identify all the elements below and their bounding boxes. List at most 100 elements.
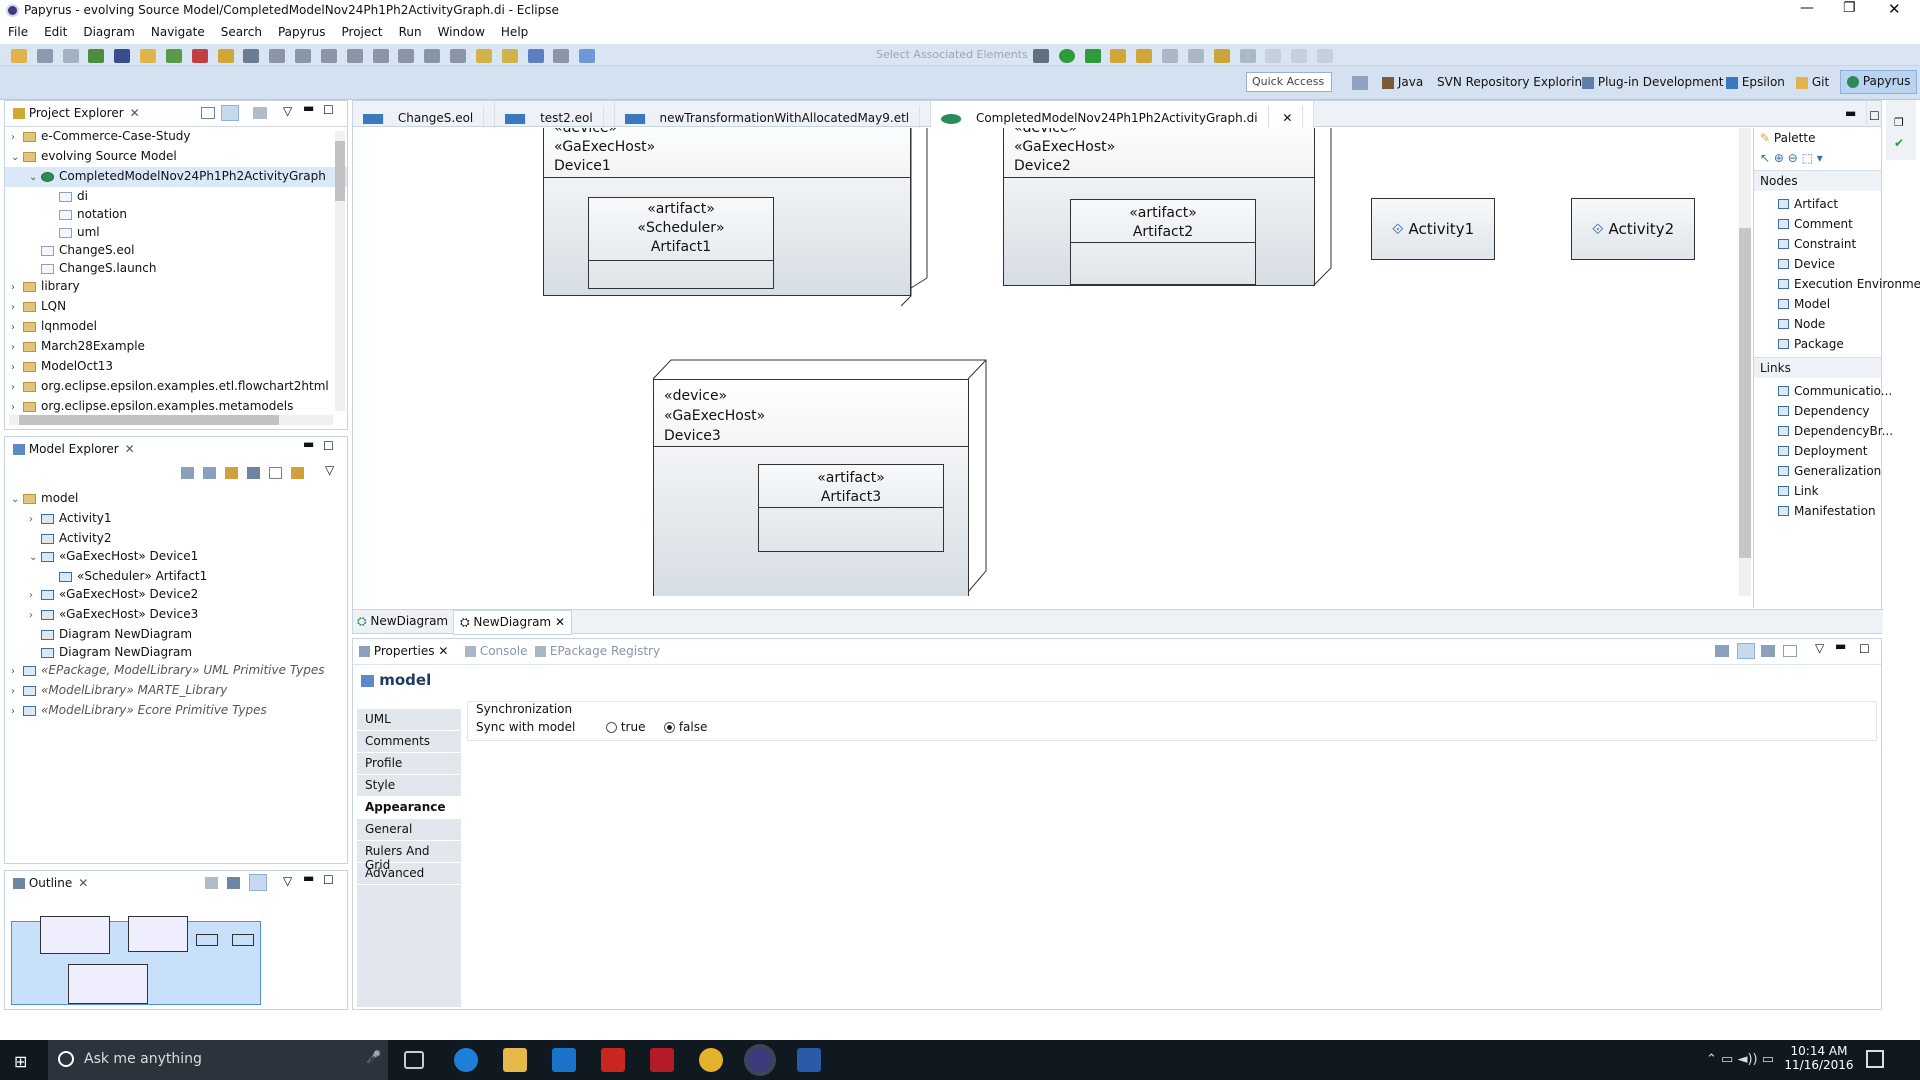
vertical-scrollbar[interactable] — [335, 131, 345, 411]
select-associated-elements[interactable]: Select Associated Elements — [876, 48, 1028, 61]
tree-item[interactable]: › org.eclipse.epsilon.examples.etl.flowch… — [5, 377, 347, 397]
view-menu-icon[interactable]: ▽ — [283, 874, 292, 888]
tree-item[interactable]: ⌄ model — [5, 489, 347, 509]
artifact2-node[interactable]: «artifact» Artifact2 — [1070, 199, 1256, 285]
palette-tool[interactable]: Generalization — [1774, 461, 1881, 481]
list-icon[interactable] — [181, 467, 194, 479]
check-icon[interactable]: ✔ — [1894, 136, 1904, 150]
expand-toggle-icon[interactable]: › — [11, 359, 23, 377]
tree-item[interactable]: › lqnmodel — [5, 317, 347, 337]
action-center-icon[interactable] — [1866, 1050, 1884, 1068]
maximize-view-icon[interactable]: ☐ — [323, 439, 334, 453]
view-menu-icon[interactable]: ▽ — [325, 463, 334, 477]
tree-item[interactable]: › «ModelLibrary» MARTE_Library — [5, 681, 347, 701]
tree-item[interactable]: › March28Example — [5, 337, 347, 357]
artifact1-node[interactable]: «artifact» «Scheduler» Artifact1 — [588, 197, 774, 289]
diagram-tab-1[interactable]: ⛭ NewDiagram — [357, 614, 448, 629]
menu-navigate[interactable]: Navigate — [143, 22, 213, 42]
system-tray-icons[interactable]: ⌃ ▭ ◄)) ▭ — [1706, 1052, 1774, 1067]
pin-icon[interactable] — [1715, 645, 1729, 657]
palette-tool[interactable]: Comment — [1774, 214, 1881, 234]
annotation-icon[interactable] — [1162, 48, 1179, 63]
device2-node[interactable]: «device» «GaExecHost» Device2 «artifact»… — [1003, 128, 1315, 286]
menu-papyrus[interactable]: Papyrus — [270, 22, 334, 42]
expand-toggle-icon[interactable]: ⌄ — [29, 549, 41, 567]
epackage-registry-tab[interactable]: EPackage Registry — [535, 644, 660, 658]
tree-icon[interactable] — [227, 877, 240, 889]
windows-start-icon[interactable]: ⊞ — [14, 1052, 27, 1071]
model-explorer-tab[interactable]: Model Explorer ✕ ▬ ☐ — [5, 437, 347, 463]
properties-side-tab[interactable]: Comments — [357, 731, 461, 753]
properties-side-tab[interactable]: Appearance — [357, 797, 461, 819]
advanced-icon[interactable] — [1761, 645, 1775, 657]
diagram-tab-2[interactable]: ⛭ NewDiagram ✕ — [453, 610, 573, 635]
outline-tab[interactable]: Outline ✕ ▽ ▬ ☐ — [5, 871, 347, 897]
expand-toggle-icon[interactable]: › — [11, 703, 23, 721]
open-type-icon[interactable] — [140, 48, 157, 63]
open-folder-icon[interactable] — [1110, 48, 1127, 63]
menu-file[interactable]: File — [0, 22, 36, 42]
forward-icon[interactable] — [1239, 48, 1256, 63]
expand-toggle-icon[interactable]: ⌄ — [11, 149, 23, 167]
collapse-all-icon[interactable] — [201, 107, 215, 119]
horizontal-scrollbar[interactable] — [9, 415, 333, 425]
edge-browser-icon[interactable] — [454, 1048, 478, 1072]
expand-toggle-icon[interactable]: › — [11, 319, 23, 337]
filter-icon[interactable] — [527, 48, 544, 63]
word-icon[interactable] — [797, 1048, 821, 1072]
link-editor-icon[interactable] — [221, 105, 239, 121]
pen-icon[interactable] — [579, 48, 596, 63]
minimize-view-icon[interactable]: ▬ — [1835, 639, 1846, 653]
palette-tool[interactable]: Manifestation — [1774, 501, 1881, 521]
size-icon[interactable] — [424, 48, 441, 63]
palette-tool[interactable]: DependencyBr... — [1774, 421, 1893, 441]
tree-item[interactable]: Diagram NewDiagram — [5, 625, 347, 643]
tree-item[interactable]: ⌄ evolving Source Model — [5, 147, 347, 167]
expand-toggle-icon[interactable]: › — [11, 299, 23, 317]
tree-item[interactable]: di — [5, 187, 347, 205]
menu-window[interactable]: Window — [430, 22, 493, 42]
tree-item[interactable]: › «ModelLibrary» Ecore Primitive Types — [5, 701, 347, 721]
perspective-epsilon[interactable]: Epsilon — [1726, 75, 1785, 89]
palette-nodes-section[interactable]: Nodes — [1754, 170, 1881, 191]
layout-icon[interactable] — [269, 48, 286, 63]
activity1-node[interactable]: ⟐ Activity1 — [1371, 198, 1495, 260]
expand-toggle-icon[interactable]: › — [29, 607, 41, 625]
open-perspective-icon[interactable] — [1352, 76, 1368, 90]
expand-toggle-icon[interactable]: › — [29, 587, 41, 605]
mendeley-icon[interactable] — [650, 1048, 674, 1072]
expand-toggle-icon[interactable]: › — [11, 683, 23, 701]
palette-tool[interactable]: Package — [1774, 334, 1881, 354]
palette-tool[interactable]: Dependency — [1774, 401, 1881, 421]
tree-item[interactable]: ChangeS.launch — [5, 259, 347, 277]
new-icon[interactable] — [11, 48, 27, 63]
refresh-icon[interactable] — [88, 48, 105, 63]
tree-item[interactable]: › «GaExecHost» Device3 — [5, 605, 347, 625]
perspective-papyrus[interactable]: Papyrus — [1840, 70, 1918, 94]
distribute-icon[interactable] — [346, 48, 363, 63]
maximize-view-icon[interactable]: ☐ — [323, 873, 334, 887]
debug-icon[interactable] — [114, 48, 131, 63]
save-all-icon[interactable] — [62, 48, 79, 63]
expand-toggle-icon[interactable]: › — [11, 279, 23, 297]
file-explorer-icon[interactable] — [503, 1048, 527, 1072]
tree-item[interactable]: › LQN — [5, 297, 347, 317]
clock[interactable]: 10:14 AM 11/16/2016 — [1784, 1044, 1854, 1072]
next-annotation-icon[interactable] — [1187, 48, 1204, 63]
hierarchy-icon[interactable] — [203, 467, 216, 479]
sync-false-radio[interactable]: false — [664, 720, 707, 734]
font-icon[interactable] — [475, 48, 492, 63]
overview-icon[interactable] — [249, 874, 267, 891]
properties-tab[interactable]: Properties ✕ — [359, 644, 448, 658]
menu-diagram[interactable]: Diagram — [75, 22, 143, 42]
close-icon[interactable]: ✕ — [130, 106, 140, 120]
chrome-icon[interactable] — [699, 1048, 723, 1072]
back-icon[interactable] — [1213, 48, 1230, 63]
route-icon[interactable] — [398, 48, 415, 63]
tree-item[interactable]: ⌄ «GaExecHost» Device1 — [5, 547, 347, 567]
properties-side-tab[interactable]: UML — [357, 709, 461, 731]
eclipse-taskbar-icon[interactable] — [748, 1048, 772, 1072]
filter-icon[interactable] — [253, 107, 267, 119]
tree-item[interactable]: › e-Commerce-Case-Study — [5, 127, 347, 147]
minimize-button[interactable]: — — [1800, 0, 1814, 16]
